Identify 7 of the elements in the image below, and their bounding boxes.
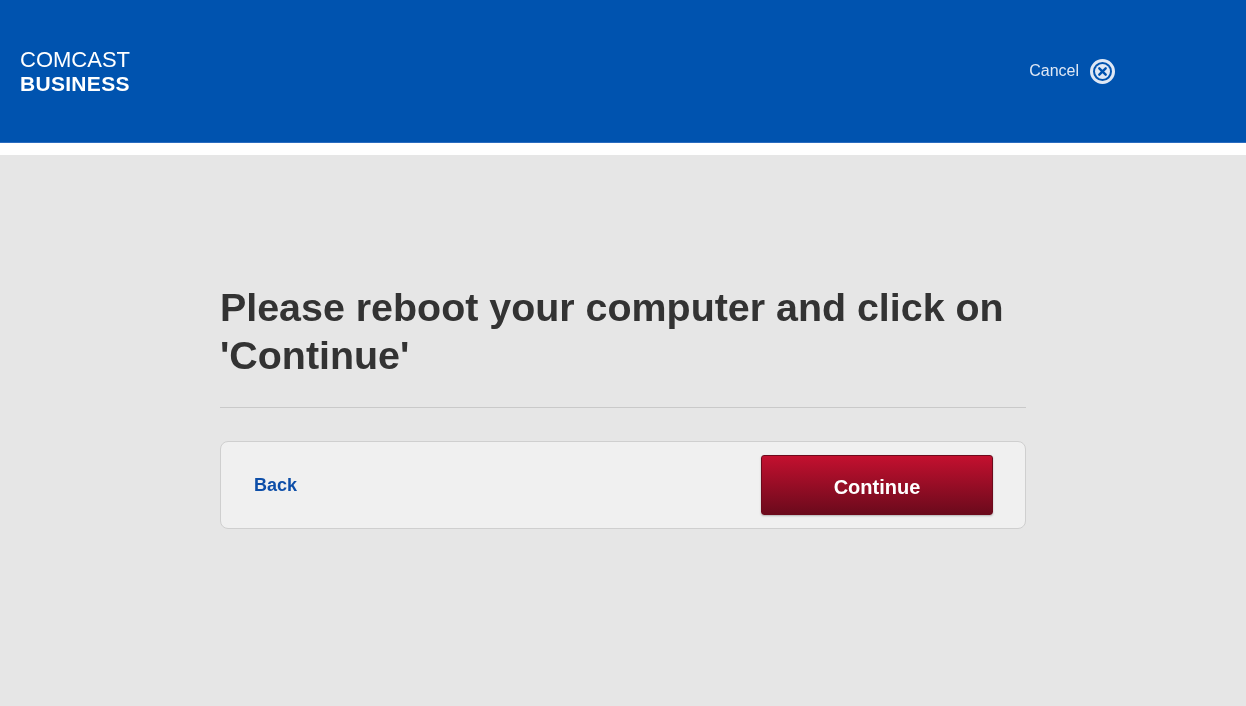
logo-text: COMCAST [20, 48, 130, 71]
close-icon [1090, 58, 1115, 84]
back-link[interactable]: Back [254, 471, 298, 499]
logo-text: BUSINESS [20, 72, 130, 94]
cancel-button[interactable]: Cancel [1029, 58, 1115, 84]
continue-button[interactable]: Continue [761, 455, 993, 515]
page-heading: Please reboot your computer and click on 'Continue' [220, 284, 1005, 379]
